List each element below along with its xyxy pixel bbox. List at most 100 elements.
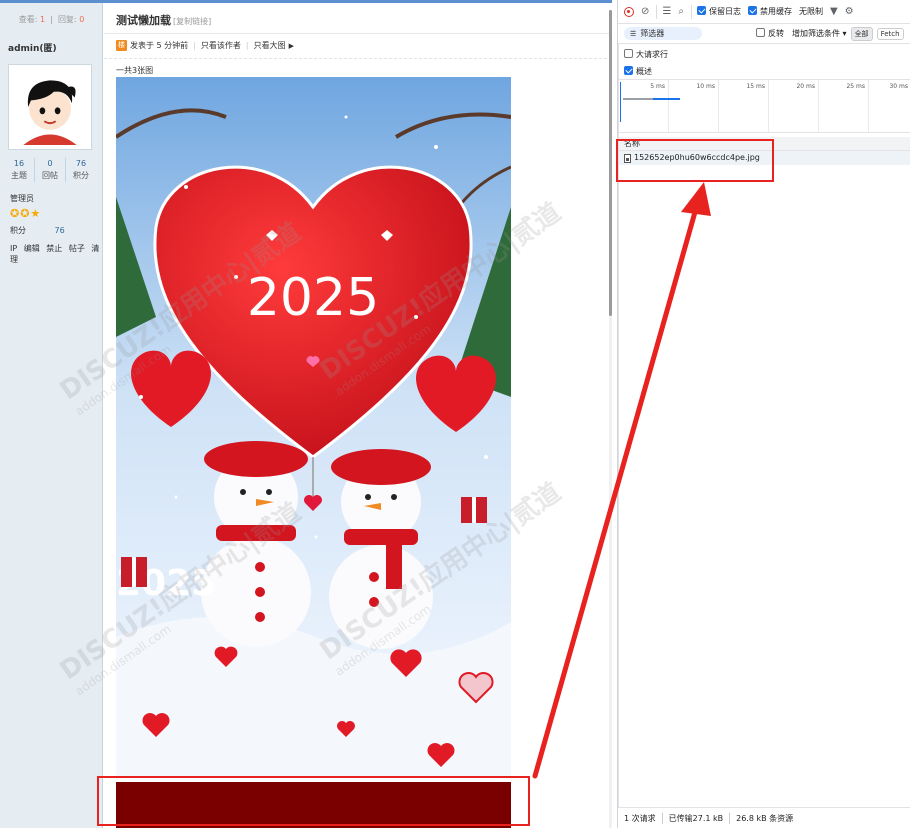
replies-count: 0 (79, 15, 85, 24)
invert-toggle[interactable]: 反转 (756, 28, 784, 39)
clear-icon[interactable]: ⊘ (641, 6, 649, 17)
timeline-download-bar (653, 98, 680, 100)
post-content: 测试懒加载 [复制链接] 楼 发表于 5 分钟前 | 只看该作者 | 只看大图 ▶… (104, 3, 612, 828)
divider (656, 4, 658, 19)
wifi-settings-icon[interactable]: ⚙ (845, 6, 854, 17)
edit-link[interactable]: 编辑 (24, 244, 40, 253)
network-status-bar: 1 次请求 已传输27.1 kB 26.8 kB 条资源 (618, 807, 910, 828)
timeline-tick: 25 ms (818, 80, 868, 132)
scrollbar-thumb[interactable] (609, 10, 612, 316)
filter-row: ☰ 筛选器 反转 增加筛选条件 ▾ 全部 Fetch (618, 24, 910, 44)
tick-label: 20 ms (796, 83, 815, 90)
only-author-link[interactable]: 只看该作者 (201, 40, 241, 51)
record-icon[interactable] (624, 6, 634, 17)
stat-label: 积分 (73, 171, 89, 180)
throttle-select[interactable]: 无限制 (799, 6, 823, 17)
post-time: 发表于 5 分钟前 (130, 41, 189, 50)
posts-link[interactable]: 帖子 (69, 244, 85, 253)
tick-label: 15 ms (746, 83, 765, 90)
forum-page: 查看: 1 | 回复: 0 admin(匿) 16 主题 0 回帖 76 积分 … (0, 0, 612, 828)
type-filter-all[interactable]: 全部 (850, 26, 873, 41)
chevron-down-icon[interactable]: ▼ (830, 6, 838, 17)
timeline-waiting-bar (623, 98, 653, 100)
disable-cache-toggle[interactable]: 禁用缓存 (747, 6, 792, 17)
timeline-tick: 15 ms (718, 80, 768, 132)
avatar-image (12, 69, 88, 145)
annotation-box-image (97, 776, 530, 826)
transferred-size: 已传输27.1 kB (661, 812, 723, 824)
thread-title: 测试懒加载 [复制链接] (116, 12, 211, 28)
credit-label: 积分 (10, 226, 26, 235)
timeline-tick: 10 ms (668, 80, 718, 132)
filter-input[interactable]: ☰ 筛选器 (624, 27, 702, 40)
big-request-rows-toggle[interactable]: 大请求行 (624, 49, 668, 60)
stat-label: 主题 (11, 171, 27, 180)
type-filter-fetch[interactable]: Fetch (876, 27, 904, 40)
filter-placeholder: 筛选器 (640, 29, 665, 38)
timeline-overview[interactable]: 5 ms 10 ms 15 ms 20 ms 25 ms 30 ms (618, 79, 910, 133)
resources-size: 26.8 kB 条资源 (729, 812, 793, 824)
tick-label: 5 ms (650, 83, 665, 90)
divider (690, 4, 692, 19)
timeline-tick: 5 ms (618, 80, 668, 132)
rank-stars-icon: ✪✪★ (10, 207, 42, 220)
timeline-tick: 20 ms (768, 80, 818, 132)
checkbox-checked-icon (747, 6, 757, 15)
invert-label: 反转 (768, 29, 784, 38)
timeline-tick: 30 ms (868, 80, 910, 132)
heart-year-text: 2025 (247, 268, 379, 328)
stat-value: 76 (75, 159, 87, 168)
annotation-box-request (616, 139, 774, 182)
divider: | (245, 41, 249, 50)
checkbox-checked-icon (624, 66, 633, 75)
stat-value: 16 (13, 159, 25, 168)
ban-link[interactable]: 禁止 (46, 244, 62, 253)
big-rows-label: 大请求行 (636, 50, 668, 59)
divider (104, 58, 612, 59)
stat-replies[interactable]: 0 回帖 (34, 158, 65, 182)
user-group[interactable]: 管理员 (10, 193, 34, 204)
stat-value: 0 (47, 159, 53, 168)
preserve-log-label: 保留日志 (708, 7, 741, 16)
profile-stats: 16 主题 0 回帖 76 积分 (4, 158, 96, 182)
copy-link[interactable]: [复制链接] (173, 17, 211, 26)
triangle-right-icon[interactable]: ▶ (289, 42, 294, 50)
credit-row: 积分 76 (10, 225, 65, 236)
author-name[interactable]: admin(匿) (8, 41, 57, 54)
post-meta: 楼 发表于 5 分钟前 | 只看该作者 | 只看大图 ▶ (116, 40, 294, 51)
overview-toggle[interactable]: 概述 (624, 66, 652, 77)
post-image[interactable]: 2025 2025 (116, 77, 511, 777)
only-large-image-link[interactable]: 只看大图 (254, 40, 286, 51)
stat-label: 回帖 (42, 171, 58, 180)
more-filters-dropdown[interactable]: 增加筛选条件 ▾ (792, 28, 847, 39)
tick-label: 25 ms (846, 83, 865, 90)
filter-icon[interactable]: ☰ (662, 6, 671, 17)
stat-credits[interactable]: 76 积分 (65, 158, 96, 182)
views-count: 1 (39, 15, 46, 24)
disable-cache-label: 禁用缓存 (759, 7, 792, 16)
valentine-snowman-illustration: 2025 2025 (116, 77, 511, 777)
request-count: 1 次请求 (624, 813, 656, 823)
credit-value: 76 (54, 226, 65, 235)
image-count: 一共3张图 (116, 66, 154, 75)
thread-stats: 查看: 1 | 回复: 0 (18, 15, 85, 24)
checkbox-icon (756, 28, 765, 37)
thread-title-text: 测试懒加载 (116, 14, 171, 27)
checkbox-checked-icon (696, 6, 706, 15)
search-icon[interactable]: ⌕ (678, 6, 684, 17)
ip-link[interactable]: IP (10, 244, 17, 253)
admin-links: IP 编辑 禁止 帖子 清理 (10, 243, 102, 265)
filter-icon: ☰ (630, 29, 637, 38)
tick-label: 30 ms (889, 83, 908, 90)
author-sidebar: 查看: 1 | 回复: 0 admin(匿) 16 主题 0 回帖 76 积分 … (0, 3, 103, 828)
replies-label: 回复: (57, 15, 77, 24)
overview-label: 概述 (636, 67, 652, 76)
stat-threads[interactable]: 16 主题 (4, 158, 34, 182)
devtools-network-panel: ⊘ ☰ ⌕ 保留日志 禁用缓存 无限制 ▼ ⚙ ☰ 筛选器 反转 增加筛选条件 … (617, 0, 910, 828)
preserve-log-toggle[interactable]: 保留日志 (696, 6, 741, 17)
more-filters-label: 增加筛选条件 (792, 29, 840, 38)
views-label: 查看: (18, 15, 38, 24)
divider (104, 33, 612, 34)
tick-label: 10 ms (696, 83, 715, 90)
avatar[interactable] (8, 64, 92, 150)
